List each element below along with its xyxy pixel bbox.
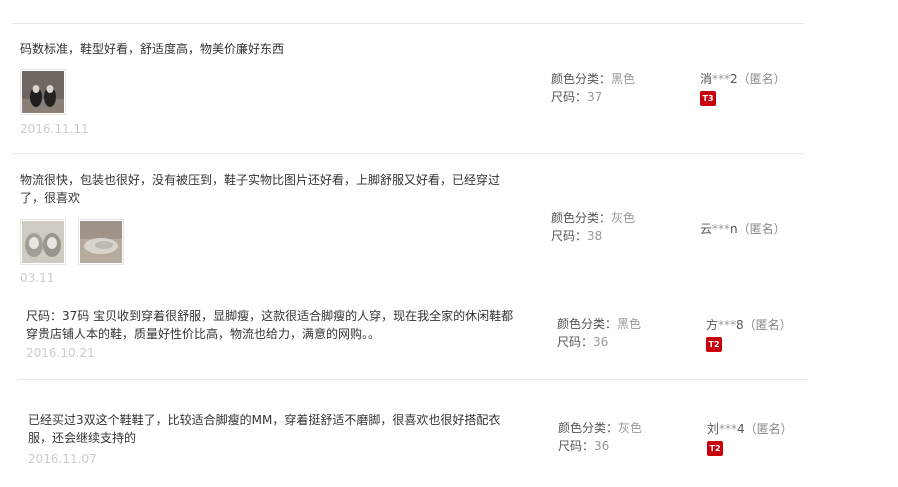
review-photos: [20, 219, 124, 265]
reviewer-name-prefix: 消: [700, 72, 713, 86]
divider: [12, 23, 804, 24]
review-text-line: 尺码：37码 宝贝收到穿着很舒服，显脚瘦，这款很适合脚瘦的人穿，现在我全家的休闲…: [26, 309, 514, 323]
shoe-photo-icon: [80, 221, 122, 263]
sku-color-value: 黑色: [611, 72, 636, 86]
divider: [18, 379, 808, 380]
sku-color-value: 黑色: [617, 317, 642, 331]
reviewer-name-prefix: 刘: [707, 422, 720, 436]
reviewer: 消***2（匿名） T3: [700, 70, 786, 106]
reviewer-name-suffix: 4: [737, 422, 745, 436]
sku-size: 尺码：37: [551, 88, 635, 106]
sku-size-value: 38: [587, 229, 603, 243]
reviewer: 方***8（匿名） T2: [706, 316, 792, 352]
review-text-line: 穿贵店铺人本的鞋，质量好性价比高，物流也给力，满意的网购。。: [26, 327, 381, 341]
review-list: 码数标准，鞋型好看，舒适度高，物美价廉好东西 2016.11.11 颜色分类：黑…: [0, 0, 898, 487]
sku-size: 尺码：36: [558, 437, 642, 455]
reviewer-name-suffix: n: [730, 222, 738, 236]
review-date: 2016.11.11: [20, 122, 89, 136]
sku-size-label: 尺码：: [551, 229, 588, 243]
sku-color-label: 颜色分类：: [551, 211, 612, 225]
reviewer-name-mask: ***: [719, 422, 738, 436]
sku-info: 颜色分类：灰色 尺码：38: [551, 209, 635, 245]
sku-color: 颜色分类：黑色: [557, 315, 641, 333]
sku-size-value: 37: [587, 90, 603, 104]
sku-color: 颜色分类：灰色: [558, 419, 642, 437]
sku-size: 尺码：36: [557, 333, 641, 351]
sku-color-value: 灰色: [611, 211, 636, 225]
reviewer-name: 消***2: [700, 72, 738, 86]
review-text: 物流很快，包装也很好，没有被压到，鞋子实物比图片还好看，上脚舒服又好看，已经穿过…: [20, 171, 520, 207]
review-date: 2016.10.21: [26, 346, 95, 360]
review-text: 尺码：37码 宝贝收到穿着很舒服，显脚瘦，这款很适合脚瘦的人穿，现在我全家的休闲…: [26, 307, 526, 343]
sku-info: 颜色分类：灰色 尺码：36: [558, 419, 642, 455]
reviewer: 刘***4（匿名） T2: [707, 420, 793, 456]
reviewer-name-mask: ***: [718, 318, 737, 332]
shoe-photo-icon: [22, 71, 64, 113]
review-text: 已经买过3双这个鞋鞋了，比较适合脚瘦的MM，穿着挺舒适不磨脚，很喜欢也很好搭配衣…: [28, 411, 528, 447]
reviewer-name-mask: ***: [712, 72, 731, 86]
reviewer: 云***n（匿名）: [700, 220, 786, 238]
anonymous-label: （匿名）: [744, 422, 793, 436]
review-photo-thumbnail[interactable]: [20, 69, 66, 115]
sku-color-label: 颜色分类：: [551, 72, 612, 86]
anonymous-label: （匿名）: [737, 222, 786, 236]
review-date: 2016.11.07: [28, 452, 97, 466]
review-text-line: 了，很喜欢: [20, 191, 81, 205]
rank-badge-icon: T2: [707, 441, 723, 456]
reviewer-name-prefix: 方: [706, 318, 719, 332]
sku-size-label: 尺码：: [551, 90, 588, 104]
sku-size-label: 尺码：: [558, 439, 595, 453]
reviewer-name: 方***8: [706, 318, 744, 332]
review-photos: [20, 69, 66, 115]
sku-color: 颜色分类：黑色: [551, 70, 635, 88]
divider: [12, 153, 804, 154]
sku-info: 颜色分类：黑色 尺码：37: [551, 70, 635, 106]
review-text-line: 服，还会继续支持的: [28, 431, 137, 445]
review-photo-thumbnail[interactable]: [78, 219, 124, 265]
sku-color-label: 颜色分类：: [557, 317, 618, 331]
sku-color-label: 颜色分类：: [558, 421, 619, 435]
anonymous-label: （匿名）: [737, 72, 786, 86]
reviewer-name-suffix: 2: [730, 72, 738, 86]
rank-badge-icon: T3: [700, 91, 716, 106]
reviewer-name-suffix: 8: [736, 318, 744, 332]
rank-badge-icon: T2: [706, 337, 722, 352]
review-date: 03.11: [20, 271, 55, 285]
sku-color: 颜色分类：灰色: [551, 209, 635, 227]
review-text-line: 物流很快，包装也很好，没有被压到，鞋子实物比图片还好看，上脚舒服又好看，已经穿过: [20, 173, 501, 187]
sku-size-value: 36: [593, 335, 609, 349]
sku-size-value: 36: [594, 439, 610, 453]
sku-info: 颜色分类：黑色 尺码：36: [557, 315, 641, 351]
review-photo-thumbnail[interactable]: [20, 219, 66, 265]
reviewer-name-prefix: 云: [700, 222, 713, 236]
review-text: 码数标准，鞋型好看，舒适度高，物美价廉好东西: [20, 42, 285, 56]
reviewer-name: 刘***4: [707, 422, 745, 436]
sku-size-label: 尺码：: [557, 335, 594, 349]
shoe-photo-icon: [22, 221, 64, 263]
review-text-line: 已经买过3双这个鞋鞋了，比较适合脚瘦的MM，穿着挺舒适不磨脚，很喜欢也很好搭配衣: [28, 413, 501, 427]
reviewer-name: 云***n: [700, 222, 738, 236]
anonymous-label: （匿名）: [743, 318, 792, 332]
sku-color-value: 灰色: [618, 421, 643, 435]
reviewer-name-mask: ***: [712, 222, 731, 236]
sku-size: 尺码：38: [551, 227, 635, 245]
